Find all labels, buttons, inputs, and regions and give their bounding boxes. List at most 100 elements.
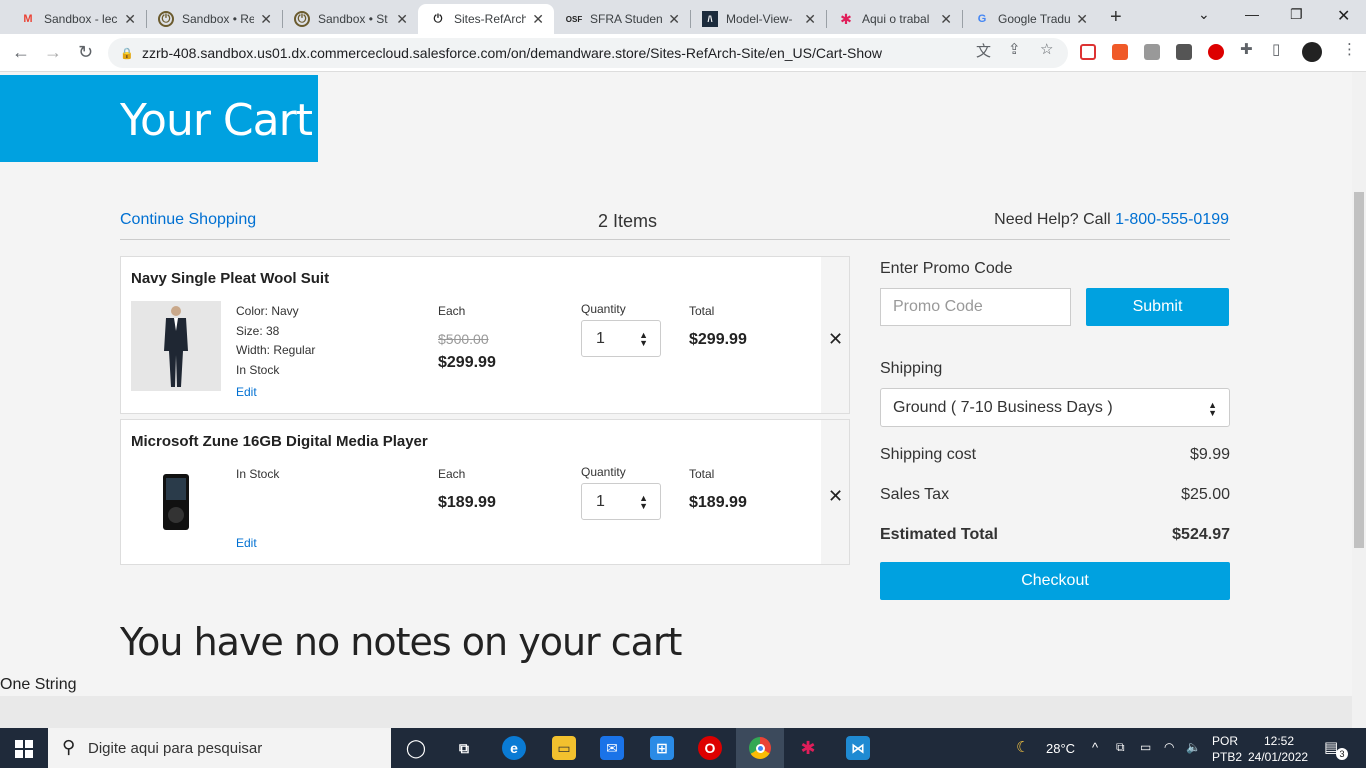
continue-shopping-link[interactable]: Continue Shopping bbox=[120, 211, 256, 229]
slack-icon[interactable]: ✱ bbox=[796, 736, 820, 760]
edit-link[interactable]: Edit bbox=[236, 385, 257, 399]
tab-sandbox-st[interactable]: ⏻ Sandbox • St ✕ bbox=[282, 4, 418, 34]
power-icon: ⏻ bbox=[294, 11, 310, 27]
opera-extension-icon[interactable] bbox=[1208, 44, 1224, 60]
tab-title: Sites-RefArch bbox=[454, 12, 527, 26]
chevron-up-icon[interactable]: ^ bbox=[1092, 740, 1098, 755]
close-icon[interactable]: ✕ bbox=[1076, 11, 1088, 28]
clock-date[interactable]: 24/01/2022 bbox=[1248, 750, 1308, 764]
tab-title: Sandbox - lec bbox=[44, 12, 118, 26]
product-attributes: In Stock bbox=[236, 465, 279, 485]
close-icon[interactable]: ✕ bbox=[260, 11, 272, 28]
tab-sandbox-re[interactable]: ⏻ Sandbox • Re ✕ bbox=[146, 4, 282, 34]
u-extension-icon[interactable] bbox=[1176, 44, 1192, 60]
scrollbar[interactable] bbox=[1352, 72, 1366, 728]
sale-price: $299.99 bbox=[438, 354, 496, 371]
close-icon[interactable]: ✕ bbox=[668, 11, 680, 28]
battery-icon[interactable]: ▭ bbox=[1140, 740, 1151, 754]
cortana-icon[interactable]: ◯ bbox=[404, 736, 428, 760]
wifi-icon[interactable]: ◠ bbox=[1164, 740, 1174, 754]
tab-aqui-o-trabal[interactable]: ✱ Aqui o trabal ✕ bbox=[826, 4, 962, 34]
vscode-icon[interactable]: ⋈ bbox=[846, 736, 870, 760]
keyboard-layout[interactable]: PTB2 bbox=[1212, 750, 1242, 764]
help-text: Need Help? Call 1-800-555-0199 bbox=[994, 211, 1229, 229]
forward-icon[interactable]: → bbox=[44, 42, 62, 63]
close-icon[interactable]: ✕ bbox=[532, 11, 544, 28]
product-image[interactable] bbox=[131, 464, 221, 554]
translate-icon[interactable]: 文 bbox=[976, 40, 991, 61]
clock-time[interactable]: 12:52 bbox=[1264, 734, 1294, 748]
back-icon[interactable]: ← bbox=[12, 42, 30, 63]
tab-sfra-student[interactable]: OSF SFRA Student ✕ bbox=[554, 4, 690, 34]
cart-notes-heading: You have no notes on your cart bbox=[120, 620, 682, 664]
submit-promo-button[interactable]: Submit bbox=[1086, 288, 1229, 326]
profile-avatar[interactable] bbox=[1302, 42, 1322, 62]
volume-icon[interactable]: 🔈 bbox=[1186, 740, 1201, 754]
windows-start-icon[interactable] bbox=[15, 740, 33, 758]
task-view-icon[interactable]: ⧉ bbox=[452, 736, 476, 760]
promo-code-input[interactable]: Promo Code bbox=[880, 288, 1071, 326]
sidepanel-icon[interactable]: ▯ bbox=[1272, 40, 1280, 58]
close-icon[interactable]: ✕ bbox=[940, 11, 952, 28]
extension-icon[interactable] bbox=[1080, 44, 1096, 60]
sale-price: $189.99 bbox=[438, 494, 496, 511]
product-attributes: Color: Navy Size: 38 Width: Regular In S… bbox=[236, 302, 315, 380]
close-icon[interactable]: ✕ bbox=[124, 11, 136, 28]
tab-google-tradutor[interactable]: G Google Tradu ✕ bbox=[962, 4, 1098, 34]
close-icon[interactable]: ✕ bbox=[396, 11, 408, 28]
store-icon[interactable]: ⊞ bbox=[650, 736, 674, 760]
translate-icon: G bbox=[977, 13, 987, 25]
star-icon[interactable]: ☆ bbox=[1040, 40, 1053, 58]
product-image[interactable] bbox=[131, 301, 221, 391]
puzzle-icon[interactable]: ✚ bbox=[1240, 40, 1253, 58]
code-extension-icon[interactable] bbox=[1144, 44, 1160, 60]
language-indicator[interactable]: POR bbox=[1212, 734, 1238, 748]
cart-banner: Your Cart bbox=[0, 75, 318, 162]
search-placeholder: Digite aqui para pesquisar bbox=[88, 739, 263, 757]
tab-title: SFRA Student bbox=[590, 12, 663, 26]
page-title: Your Cart bbox=[120, 95, 313, 146]
restore-icon[interactable]: ❐ bbox=[1290, 6, 1303, 23]
opera-icon[interactable]: O bbox=[698, 736, 722, 760]
reload-icon[interactable]: ↻ bbox=[78, 42, 93, 63]
remove-item-icon[interactable]: ✕ bbox=[828, 329, 843, 350]
mail-icon[interactable]: ✉ bbox=[600, 736, 624, 760]
tab-gmail[interactable]: M Sandbox - lec ✕ bbox=[8, 4, 146, 34]
quantity-select[interactable]: 1 ▲ ▼ bbox=[581, 320, 661, 357]
temperature[interactable]: 28°C bbox=[1046, 741, 1075, 756]
weather-moon-icon[interactable]: ☾ bbox=[1016, 738, 1029, 756]
download-extension-icon[interactable] bbox=[1112, 44, 1128, 60]
product-name[interactable]: Microsoft Zune 16GB Digital Media Player bbox=[131, 433, 428, 450]
share-icon[interactable]: ⇪ bbox=[1008, 40, 1021, 58]
checkout-button[interactable]: Checkout bbox=[880, 562, 1230, 600]
remove-item-icon[interactable]: ✕ bbox=[828, 486, 843, 507]
page-bottom-band bbox=[0, 696, 1352, 728]
edge-icon[interactable]: e bbox=[502, 736, 526, 760]
power-icon: ⏻ bbox=[158, 11, 174, 27]
scrollbar-thumb[interactable] bbox=[1354, 192, 1364, 548]
help-phone-link[interactable]: 1-800-555-0199 bbox=[1115, 211, 1229, 228]
new-tab-icon[interactable]: + bbox=[1110, 6, 1122, 29]
taskbar-search-input[interactable]: ⚲ Digite aqui para pesquisar bbox=[48, 728, 391, 768]
cart-item: Navy Single Pleat Wool Suit Color: Navy … bbox=[120, 256, 850, 414]
browser-tab-bar: M Sandbox - lec ✕ ⏻ Sandbox • Re ✕ ⏻ San… bbox=[0, 0, 1366, 34]
address-bar[interactable]: 🔒 zzrb-408.sandbox.us01.dx.commercecloud… bbox=[108, 38, 1068, 68]
close-icon[interactable]: ✕ bbox=[804, 11, 816, 28]
edit-link[interactable]: Edit bbox=[236, 536, 257, 550]
menu-icon[interactable]: ⋮ bbox=[1342, 40, 1357, 58]
promo-label: Enter Promo Code bbox=[880, 260, 1013, 277]
close-window-icon[interactable]: ✕ bbox=[1337, 6, 1350, 26]
product-name[interactable]: Navy Single Pleat Wool Suit bbox=[131, 270, 329, 287]
file-explorer-icon[interactable]: ▭ bbox=[552, 736, 576, 760]
minimize-icon[interactable]: — bbox=[1245, 6, 1259, 22]
chevron-down-icon[interactable]: ⌄ bbox=[1198, 6, 1210, 23]
total-label: Total bbox=[689, 304, 715, 318]
network-icon[interactable]: ⧉ bbox=[1116, 740, 1125, 755]
shipping-method-select[interactable]: Ground ( 7-10 Business Days ) ▲ ▼ bbox=[880, 388, 1230, 427]
quantity-select[interactable]: 1 ▲ ▼ bbox=[581, 483, 661, 520]
quantity-label: Quantity bbox=[581, 302, 626, 316]
tab-model-view[interactable]: /\ Model-View- ✕ bbox=[690, 4, 826, 34]
power-icon: ⏻ bbox=[433, 12, 443, 25]
chrome-icon[interactable] bbox=[736, 728, 784, 768]
tab-sites-refarch[interactable]: ⏻ Sites-RefArch ✕ bbox=[418, 4, 554, 34]
